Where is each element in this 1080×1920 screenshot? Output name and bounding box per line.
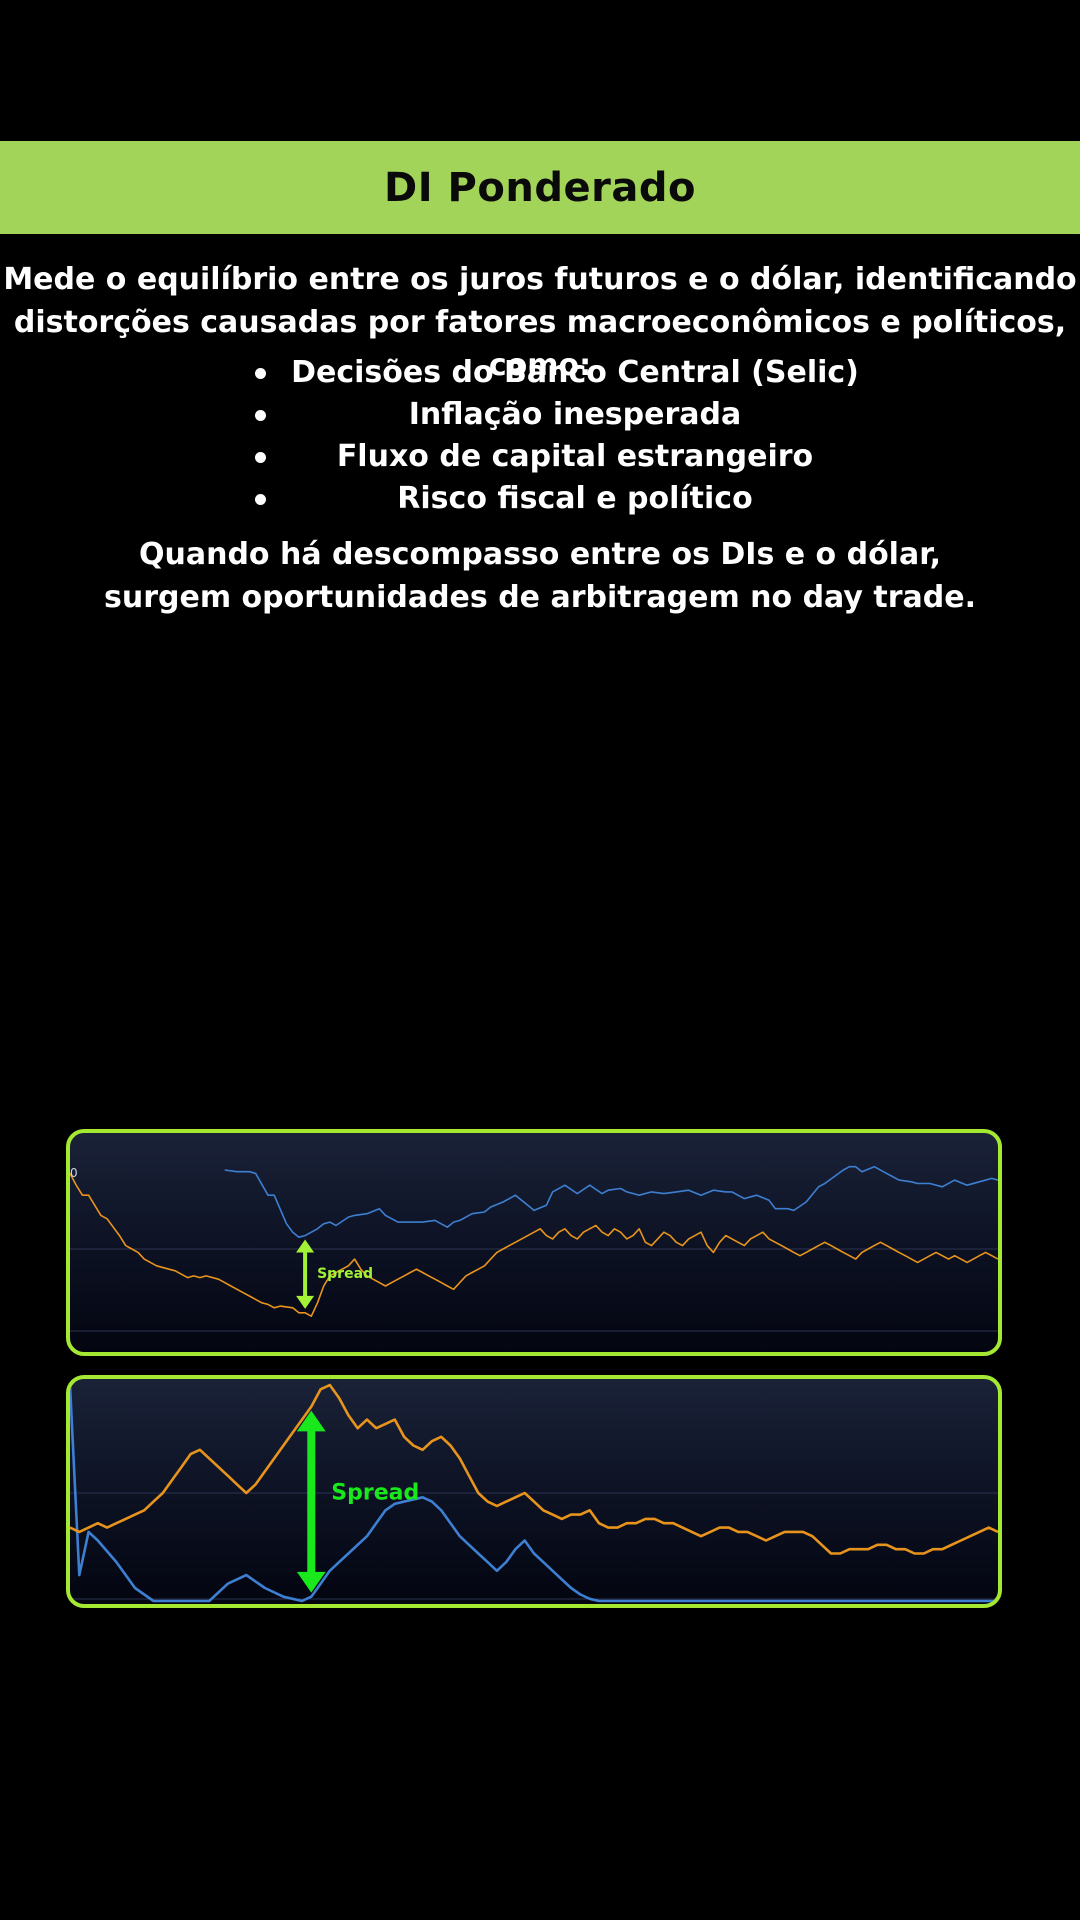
- chart-1-corner-label: 0: [70, 1166, 78, 1180]
- chart-panel-1: Spread 0: [66, 1129, 1002, 1356]
- list-item-text: Decisões do Banco Central (Selic): [291, 355, 859, 390]
- page-title: DI Ponderado: [384, 164, 696, 211]
- spread-label: Spread: [317, 1266, 373, 1282]
- spread-arrow-head-down: [296, 1295, 315, 1309]
- bullet-icon: [255, 494, 266, 505]
- bullet-icon: [255, 410, 266, 421]
- list-item-text: Risco fiscal e político: [397, 481, 753, 516]
- chart-1-svg: Spread: [70, 1165, 998, 1332]
- series-line-blue: [224, 1165, 998, 1238]
- list-item-text: Fluxo de capital estrangeiro: [336, 439, 814, 474]
- header-band: DI Ponderado: [0, 141, 1080, 234]
- intro-line-1: Mede o equilíbrio entre os juros futuros…: [3, 262, 1077, 297]
- outro-line-2: surgem oportunidades de arbitragem no da…: [104, 580, 976, 615]
- outro-text: Quando há descompasso entre os DIs e o d…: [0, 533, 1080, 619]
- bullet-icon: [255, 452, 266, 463]
- list-item: Inflação inesperada: [0, 394, 1080, 436]
- series-line-orange: [70, 1173, 998, 1317]
- series-line-orange: [70, 1383, 998, 1555]
- bullet-icon: [255, 368, 266, 379]
- factors-list: Decisões do Banco Central (Selic) Inflaç…: [0, 352, 1080, 520]
- chart-2-svg: Spread: [70, 1383, 998, 1603]
- list-item-text: Inflação inesperada: [408, 397, 742, 432]
- list-item: Risco fiscal e político: [0, 478, 1080, 520]
- chart-panel-2: Spread: [66, 1375, 1002, 1608]
- spread-label: Spread: [331, 1481, 419, 1506]
- outro-line-1: Quando há descompasso entre os DIs e o d…: [138, 537, 941, 572]
- list-item: Fluxo de capital estrangeiro: [0, 436, 1080, 478]
- list-item: Decisões do Banco Central (Selic): [0, 352, 1080, 394]
- spread-arrow-head-up: [296, 1239, 315, 1253]
